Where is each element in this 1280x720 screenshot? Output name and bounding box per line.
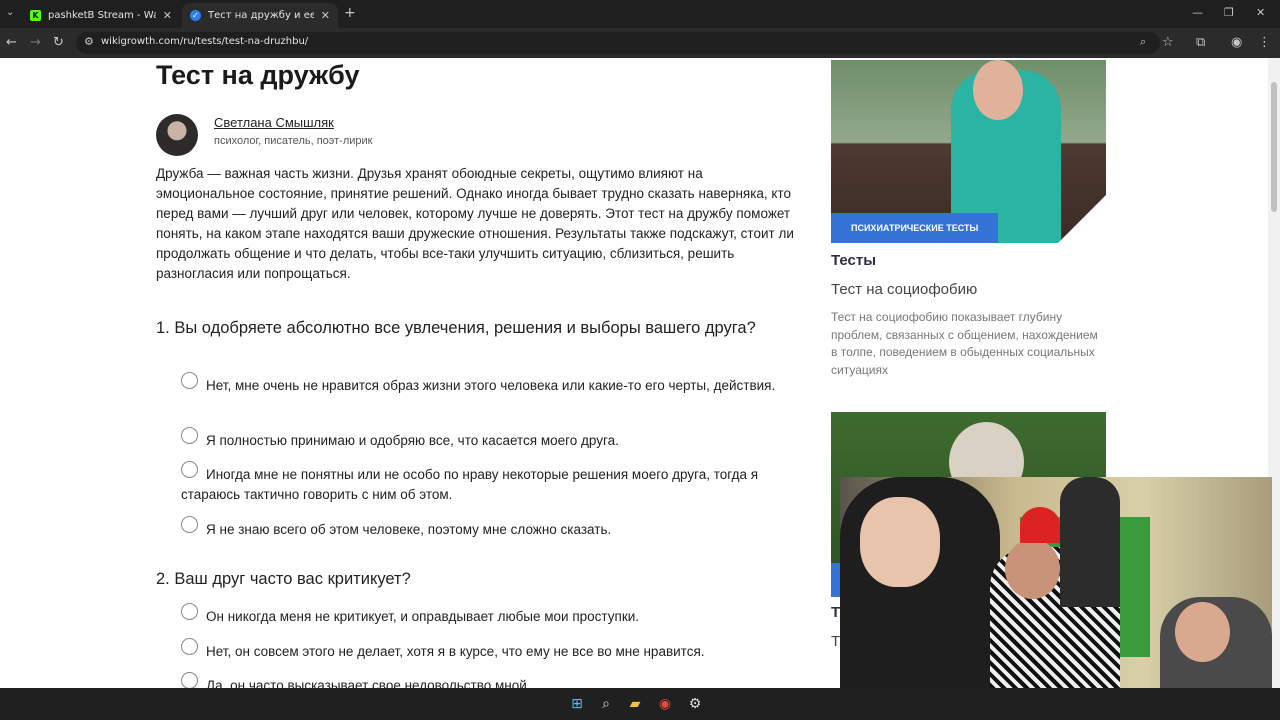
zoom-icon[interactable]: ⌕ bbox=[1140, 35, 1146, 49]
card-title[interactable]: Т bbox=[831, 633, 840, 650]
card-description: Тест на социофобию показывает глубину пр… bbox=[831, 310, 1098, 377]
radio-button[interactable] bbox=[181, 516, 198, 533]
browser-tab-strip: ⌄ K pashketB Stream - Watch Live o ✕ ✓ Т… bbox=[0, 0, 1280, 28]
toolbar: ← → ↻ ⚙ wikigrowth.com/ru/tests/test-na-… bbox=[0, 28, 1280, 58]
answer-option[interactable]: Я не знаю всего об этом человеке, поэтом… bbox=[181, 516, 791, 540]
option-label: Я полностью принимаю и одобряю все, что … bbox=[206, 433, 619, 448]
scrollbar-thumb[interactable] bbox=[1271, 82, 1277, 212]
question-1: 1. Вы одобряете абсолютно все увлечения,… bbox=[156, 319, 756, 337]
person-right-face bbox=[1175, 602, 1230, 662]
forward-icon[interactable]: → bbox=[30, 35, 41, 50]
profile-icon[interactable]: ◉ bbox=[1231, 35, 1242, 50]
option-label: Нет, он совсем этого не делает, хотя я в… bbox=[206, 644, 705, 659]
close-tab-icon[interactable]: ✕ bbox=[321, 9, 330, 22]
tab-search-icon[interactable]: ⌄ bbox=[6, 7, 14, 18]
tab-stream[interactable]: K pashketB Stream - Watch Live o ✕ bbox=[22, 3, 180, 28]
option-label: Нет, мне очень не нравится образ жизни э… bbox=[206, 378, 776, 393]
person-back bbox=[1060, 477, 1120, 607]
head-figure bbox=[973, 60, 1023, 120]
person-left-face bbox=[860, 497, 940, 587]
new-tab-button[interactable]: + bbox=[344, 5, 356, 21]
option-label: Иногда мне не понятны или не особо по нр… bbox=[181, 467, 759, 502]
category-badge[interactable]: ПСИХИАТРИЧЕСКИЕ ТЕСТЫ bbox=[831, 213, 999, 243]
answer-option[interactable]: Он никогда меня не критикует, и оправдыв… bbox=[181, 603, 791, 627]
card-category[interactable]: Тесты bbox=[831, 252, 876, 269]
windows-start-icon[interactable]: ⊞ bbox=[569, 696, 585, 712]
menu-icon[interactable]: ⋮ bbox=[1258, 35, 1271, 50]
answer-option[interactable]: Нет, мне очень не нравится образ жизни э… bbox=[181, 372, 791, 396]
radio-button[interactable] bbox=[181, 638, 198, 655]
author-role: психолог, писатель, поэт-лирик bbox=[214, 135, 373, 147]
person-center-face bbox=[1005, 539, 1060, 599]
close-tab-icon[interactable]: ✕ bbox=[163, 9, 172, 22]
radio-button[interactable] bbox=[181, 427, 198, 444]
tab-title: Тест на дружбу и ее глубину bbox=[208, 10, 314, 21]
author-avatar bbox=[156, 114, 198, 156]
card-title[interactable]: Тест на социофобию bbox=[831, 281, 977, 298]
intro-paragraph: Дружба — важная часть жизни. Друзья хран… bbox=[156, 166, 794, 281]
option-label: Да, он часто высказывает свое недовольст… bbox=[206, 678, 531, 688]
extensions-icon[interactable]: ⧉ bbox=[1196, 35, 1205, 50]
site-info-icon[interactable]: ⚙ bbox=[84, 35, 94, 48]
back-icon[interactable]: ← bbox=[6, 35, 17, 50]
windows-taskbar: ⊞ ⌕ ▰ ◉ ⚙ bbox=[0, 688, 1280, 720]
address-bar[interactable]: ⚙ wikigrowth.com/ru/tests/test-na-druzhb… bbox=[76, 32, 1160, 54]
question-2: 2. Ваш друг часто вас критикует? bbox=[156, 570, 411, 588]
webcam-overlay bbox=[840, 477, 1272, 688]
kick-favicon-icon: K bbox=[30, 10, 41, 21]
page-title: Тест на дружбу bbox=[156, 60, 360, 90]
minimize-button[interactable]: — bbox=[1192, 6, 1203, 19]
author-name-link[interactable]: Светлана Смышляк bbox=[214, 115, 334, 130]
answer-option[interactable]: Нет, он совсем этого не делает, хотя я в… bbox=[181, 638, 791, 662]
chrome-icon[interactable]: ◉ bbox=[657, 696, 673, 712]
tab-title: pashketB Stream - Watch Live o bbox=[48, 10, 156, 21]
tab-friendship-test[interactable]: ✓ Тест на дружбу и ее глубину ✕ bbox=[182, 3, 338, 28]
answer-option[interactable]: Да, он часто высказывает свое недовольст… bbox=[181, 672, 791, 688]
close-window-button[interactable]: ✕ bbox=[1256, 6, 1265, 19]
corner-cut bbox=[1058, 195, 1106, 243]
option-label: Он никогда меня не критикует, и оправдыв… bbox=[206, 609, 640, 624]
restore-button[interactable]: ❐ bbox=[1224, 6, 1234, 19]
santa-hat bbox=[1020, 507, 1060, 543]
card-category[interactable]: Т bbox=[831, 604, 840, 621]
file-explorer-icon[interactable]: ▰ bbox=[627, 696, 643, 712]
radio-button[interactable] bbox=[181, 461, 198, 478]
radio-button[interactable] bbox=[181, 372, 198, 389]
answer-option[interactable]: Иногда мне не понятны или не особо по нр… bbox=[181, 461, 791, 505]
site-favicon-icon: ✓ bbox=[190, 10, 201, 21]
option-label: Я не знаю всего об этом человеке, поэтом… bbox=[206, 522, 612, 537]
bookmark-star-icon[interactable]: ☆ bbox=[1162, 35, 1174, 50]
reload-icon[interactable]: ↻ bbox=[53, 35, 64, 50]
url-text: wikigrowth.com/ru/tests/test-na-druzhbu/ bbox=[101, 36, 309, 47]
answer-option[interactable]: Я полностью принимаю и одобряю все, что … bbox=[181, 427, 791, 451]
card-image[interactable]: ПСИХИАТРИЧЕСКИЕ ТЕСТЫ bbox=[831, 60, 1106, 243]
radio-button[interactable] bbox=[181, 603, 198, 620]
search-icon[interactable]: ⌕ bbox=[598, 696, 614, 712]
app-icon[interactable]: ⚙ bbox=[687, 696, 703, 712]
radio-button[interactable] bbox=[181, 672, 198, 688]
